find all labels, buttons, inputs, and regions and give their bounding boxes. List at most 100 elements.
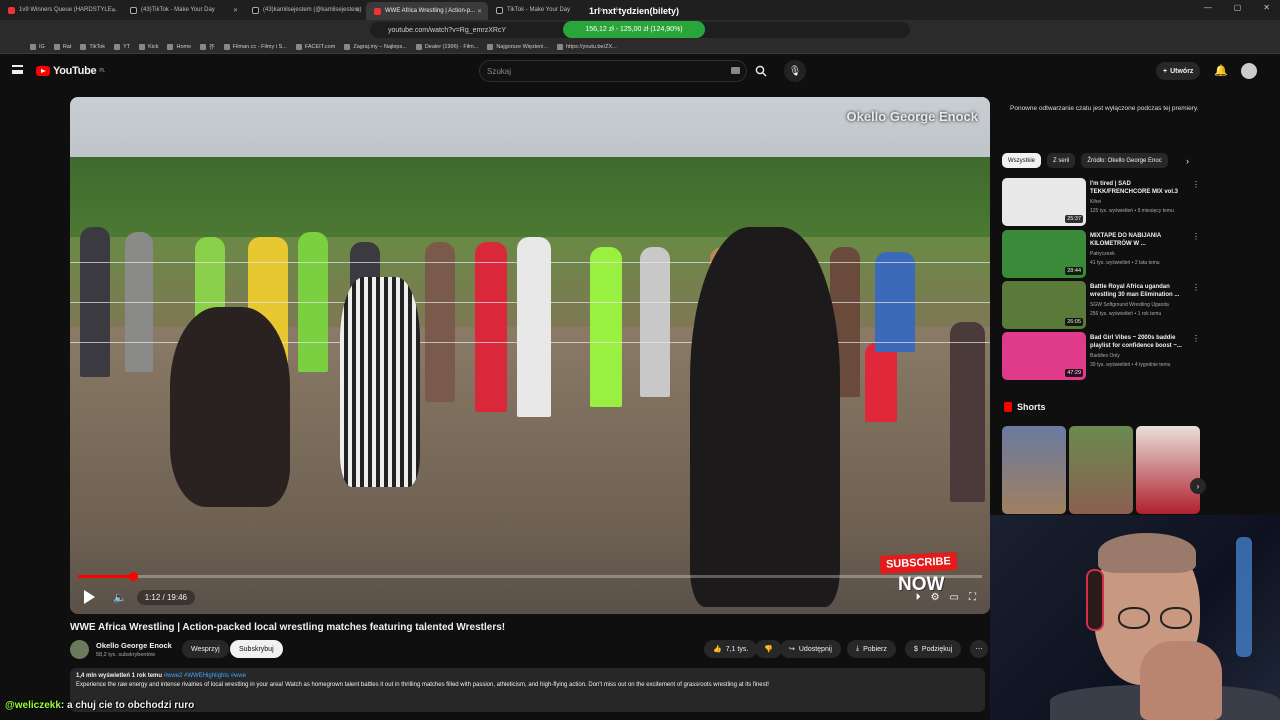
bookmark[interactable]: Dealer (1996) - Film...: [415, 43, 478, 50]
close-tab-icon[interactable]: ✕: [233, 7, 238, 14]
channel-avatar[interactable]: [70, 640, 89, 659]
recommendation-thumbnail[interactable]: 28:44: [1002, 230, 1086, 278]
browser-tab[interactable]: (43)kamilsejestem (@kamilsejestem) ✕: [244, 2, 366, 18]
progress-bar-played: [78, 575, 134, 578]
bookmark-icon: [487, 43, 494, 50]
progress-bar[interactable]: [78, 572, 982, 581]
hashtags[interactable]: #wwe2 #WWEHighlights #wwe: [164, 673, 246, 679]
referee: [340, 277, 420, 487]
notifications-bell-icon[interactable]: 🔔: [1214, 64, 1228, 77]
bookmark-icon: [223, 43, 230, 50]
search-button[interactable]: [748, 60, 774, 82]
chat-username: @weliczekk: [5, 700, 61, 711]
recommendation-thumbnail[interactable]: 26:05: [1002, 281, 1086, 329]
time-display: 1:12 / 19:46: [136, 589, 195, 605]
minimize-icon[interactable]: —: [1204, 3, 1212, 12]
youtube-favicon-icon: [8, 6, 15, 14]
subscribe-button[interactable]: Subskrybuj: [230, 640, 283, 658]
recommendation-thumbnail[interactable]: 47:29: [1002, 332, 1086, 380]
bookmark[interactable]: Najgorsze Więzieni...: [487, 43, 548, 50]
bookmark-icon: [167, 43, 174, 50]
recommendation-item[interactable]: 28:44 MIXTAPE DO NABIJANIA KILOMETRÓW W …: [1002, 230, 1202, 278]
microphone-icon: 🎙: [788, 65, 802, 77]
volume-icon[interactable]: 🔈: [113, 591, 127, 604]
bookmark[interactable]: FACEIT.com: [295, 43, 335, 50]
bookmark[interactable]: TikTok: [80, 43, 105, 50]
recommendation-item[interactable]: 47:29 Bad Girl Vibes ~ 2000s baddie play…: [1002, 332, 1202, 380]
chip-all[interactable]: Wszystkie: [1002, 153, 1041, 168]
bookmark[interactable]: IG: [30, 43, 45, 50]
more-vert-icon[interactable]: ⋮: [1192, 334, 1200, 343]
close-tab-icon[interactable]: ✕: [355, 7, 360, 14]
shorts-next-button[interactable]: ›: [1190, 478, 1206, 494]
more-actions-button[interactable]: ⋯: [970, 640, 988, 658]
browser-tab-active[interactable]: WWE Africa Wrestling | Action-p... ✕: [366, 2, 488, 20]
short-thumbnail[interactable]: [1069, 426, 1133, 514]
download-button[interactable]: ⤓ Pobierz: [847, 640, 896, 658]
miniplayer-icon[interactable]: ▭: [950, 592, 959, 603]
browser-tab[interactable]: 1v9 Winners Queue (HARDSTYLE... ✕: [0, 2, 122, 18]
play-icon[interactable]: [84, 590, 95, 604]
youtube-logo[interactable]: YouTube PL: [36, 65, 105, 77]
recommendation-item[interactable]: 26:05 Battle Royal Africa ugandan wrestl…: [1002, 281, 1202, 329]
settings-icon[interactable]: ⚙: [931, 592, 940, 603]
chevron-right-icon[interactable]: ›: [1186, 156, 1189, 166]
shorts-logo-icon: [1004, 402, 1012, 412]
bookmark[interactable]: https://youtu.be/ZX...: [557, 43, 617, 50]
channel-name[interactable]: Okello George Enock: [96, 641, 172, 650]
search-input[interactable]: Szukaj: [479, 60, 747, 82]
bookmark[interactable]: Filman.cc - Filmy i S...: [223, 43, 287, 50]
chip-source[interactable]: Źródło: Okello George Enoc: [1081, 153, 1168, 168]
keyboard-icon[interactable]: [731, 67, 740, 74]
bookmark[interactable]: 芥: [200, 43, 215, 51]
share-button[interactable]: ↪ Udostępnij: [780, 640, 841, 658]
video-player[interactable]: Okello George Enock SUBSCRIBE NOW 🔈 1:12…: [70, 97, 990, 614]
fullscreen-icon[interactable]: ⛶: [969, 592, 976, 603]
bookmark-icon: [114, 43, 121, 50]
create-button[interactable]: + Utwórz: [1156, 62, 1201, 80]
thumbs-up-icon: 👍: [713, 646, 722, 653]
voice-search-button[interactable]: 🎙: [784, 60, 806, 82]
bookmarks-bar: IG Rat TikTok YT Kick Home 芥 Filman.cc -…: [0, 40, 1280, 54]
close-tab-icon[interactable]: ✕: [477, 8, 482, 15]
dislike-button[interactable]: 👎: [755, 640, 782, 658]
short-thumbnail[interactable]: [1136, 426, 1200, 514]
chat-overlay-message: @weliczekk: a chuj cie to obchodzi ruro: [5, 700, 194, 711]
player-right-controls: ⏵ ⚙ ▭ ⛶: [916, 592, 976, 603]
description-box[interactable]: 1,4 mln wyświetleń 1 rok temu #wwe2 #WWE…: [70, 668, 985, 712]
bookmark[interactable]: Rat: [53, 43, 71, 50]
player-controls: 🔈 1:12 / 19:46 ⏵ ⚙ ▭ ⛶: [70, 580, 990, 614]
tiktok-favicon-icon: [496, 6, 503, 14]
bookmark-icon: [53, 43, 60, 50]
bookmark[interactable]: YT: [114, 43, 130, 50]
hamburger-menu-icon[interactable]: [12, 65, 23, 74]
thanks-button[interactable]: $ Podziękuj: [905, 640, 962, 658]
recommendation-thumbnail[interactable]: 25:37: [1002, 178, 1086, 226]
bookmark[interactable]: Zagraj.my – Najleps...: [344, 43, 407, 50]
more-vert-icon[interactable]: ⋮: [1192, 283, 1200, 292]
maximize-icon[interactable]: ▢: [1234, 3, 1242, 12]
close-window-icon[interactable]: ✕: [1263, 3, 1270, 12]
bookmark[interactable]: Home: [167, 43, 191, 50]
subscriber-count: 58,2 tys. subskrybentów: [96, 652, 156, 658]
more-vert-icon[interactable]: ⋮: [1192, 180, 1200, 189]
channel-watermark: Okello George Enock: [846, 109, 979, 124]
chat-text: : a chuj cie to obchodzi ruro: [60, 700, 195, 711]
chevron-right-icon: ›: [1196, 481, 1200, 491]
browser-tab[interactable]: (43)TikTok - Make Your Day ✕: [122, 2, 244, 18]
more-vert-icon[interactable]: ⋮: [1192, 232, 1200, 241]
like-button[interactable]: 👍 7,1 tys.: [704, 640, 758, 658]
bookmark[interactable]: Kick: [139, 43, 158, 50]
autoplay-toggle-icon[interactable]: ⏵: [916, 592, 921, 603]
shorts-header: Shorts: [1004, 402, 1046, 412]
window-controls: — ▢ ✕: [1204, 3, 1270, 12]
close-tab-icon[interactable]: ✕: [111, 7, 116, 14]
chip-series[interactable]: Z serii: [1047, 153, 1076, 168]
share-icon: ↪: [789, 646, 795, 653]
donation-goal-pill: 156,12 zł - 125,00 zł (124,90%): [563, 21, 705, 38]
user-avatar[interactable]: [1241, 63, 1257, 79]
support-button[interactable]: Wesprzyj: [182, 640, 229, 658]
youtube-favicon-icon: [374, 7, 381, 15]
recommendation-item[interactable]: 25:37 I'm tired | SAD TEKK/FRENCHCORE MI…: [1002, 178, 1202, 226]
short-thumbnail[interactable]: [1002, 426, 1066, 514]
